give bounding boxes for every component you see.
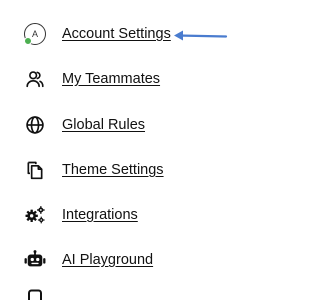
copy-pages-icon [22, 157, 48, 183]
account-avatar-icon: A [22, 21, 48, 47]
menu-item-ai-playground[interactable]: AI Playground [22, 243, 153, 277]
menu-item-theme-settings[interactable]: Theme Settings [22, 153, 164, 187]
partial-icon [22, 288, 48, 300]
robot-icon [22, 247, 48, 273]
annotation-arrow-icon [174, 30, 228, 41]
menu-item-my-teammates[interactable]: My Teammates [22, 62, 160, 96]
settings-menu: A Account Settings My Teammates Global R… [0, 0, 304, 300]
menu-item-label: Global Rules [62, 117, 146, 133]
menu-item-label: AI Playground [62, 252, 154, 268]
avatar: A [24, 23, 46, 45]
online-status-dot [24, 37, 32, 45]
menu-item-label: Theme Settings [62, 162, 164, 178]
menu-item-global-rules[interactable]: Global Rules [22, 108, 145, 142]
menu-item-account-settings[interactable]: A Account Settings [22, 17, 171, 51]
gears-icon [22, 202, 48, 228]
menu-item-label: My Teammates [62, 71, 161, 87]
avatar-letter: A [31, 29, 38, 39]
menu-item-label: Integrations [62, 207, 138, 223]
globe-icon [22, 112, 48, 138]
teammates-icon [22, 66, 48, 92]
menu-item-integrations[interactable]: Integrations [22, 198, 138, 232]
menu-item-partial[interactable] [22, 288, 62, 300]
menu-item-label: Account Settings [62, 26, 171, 42]
